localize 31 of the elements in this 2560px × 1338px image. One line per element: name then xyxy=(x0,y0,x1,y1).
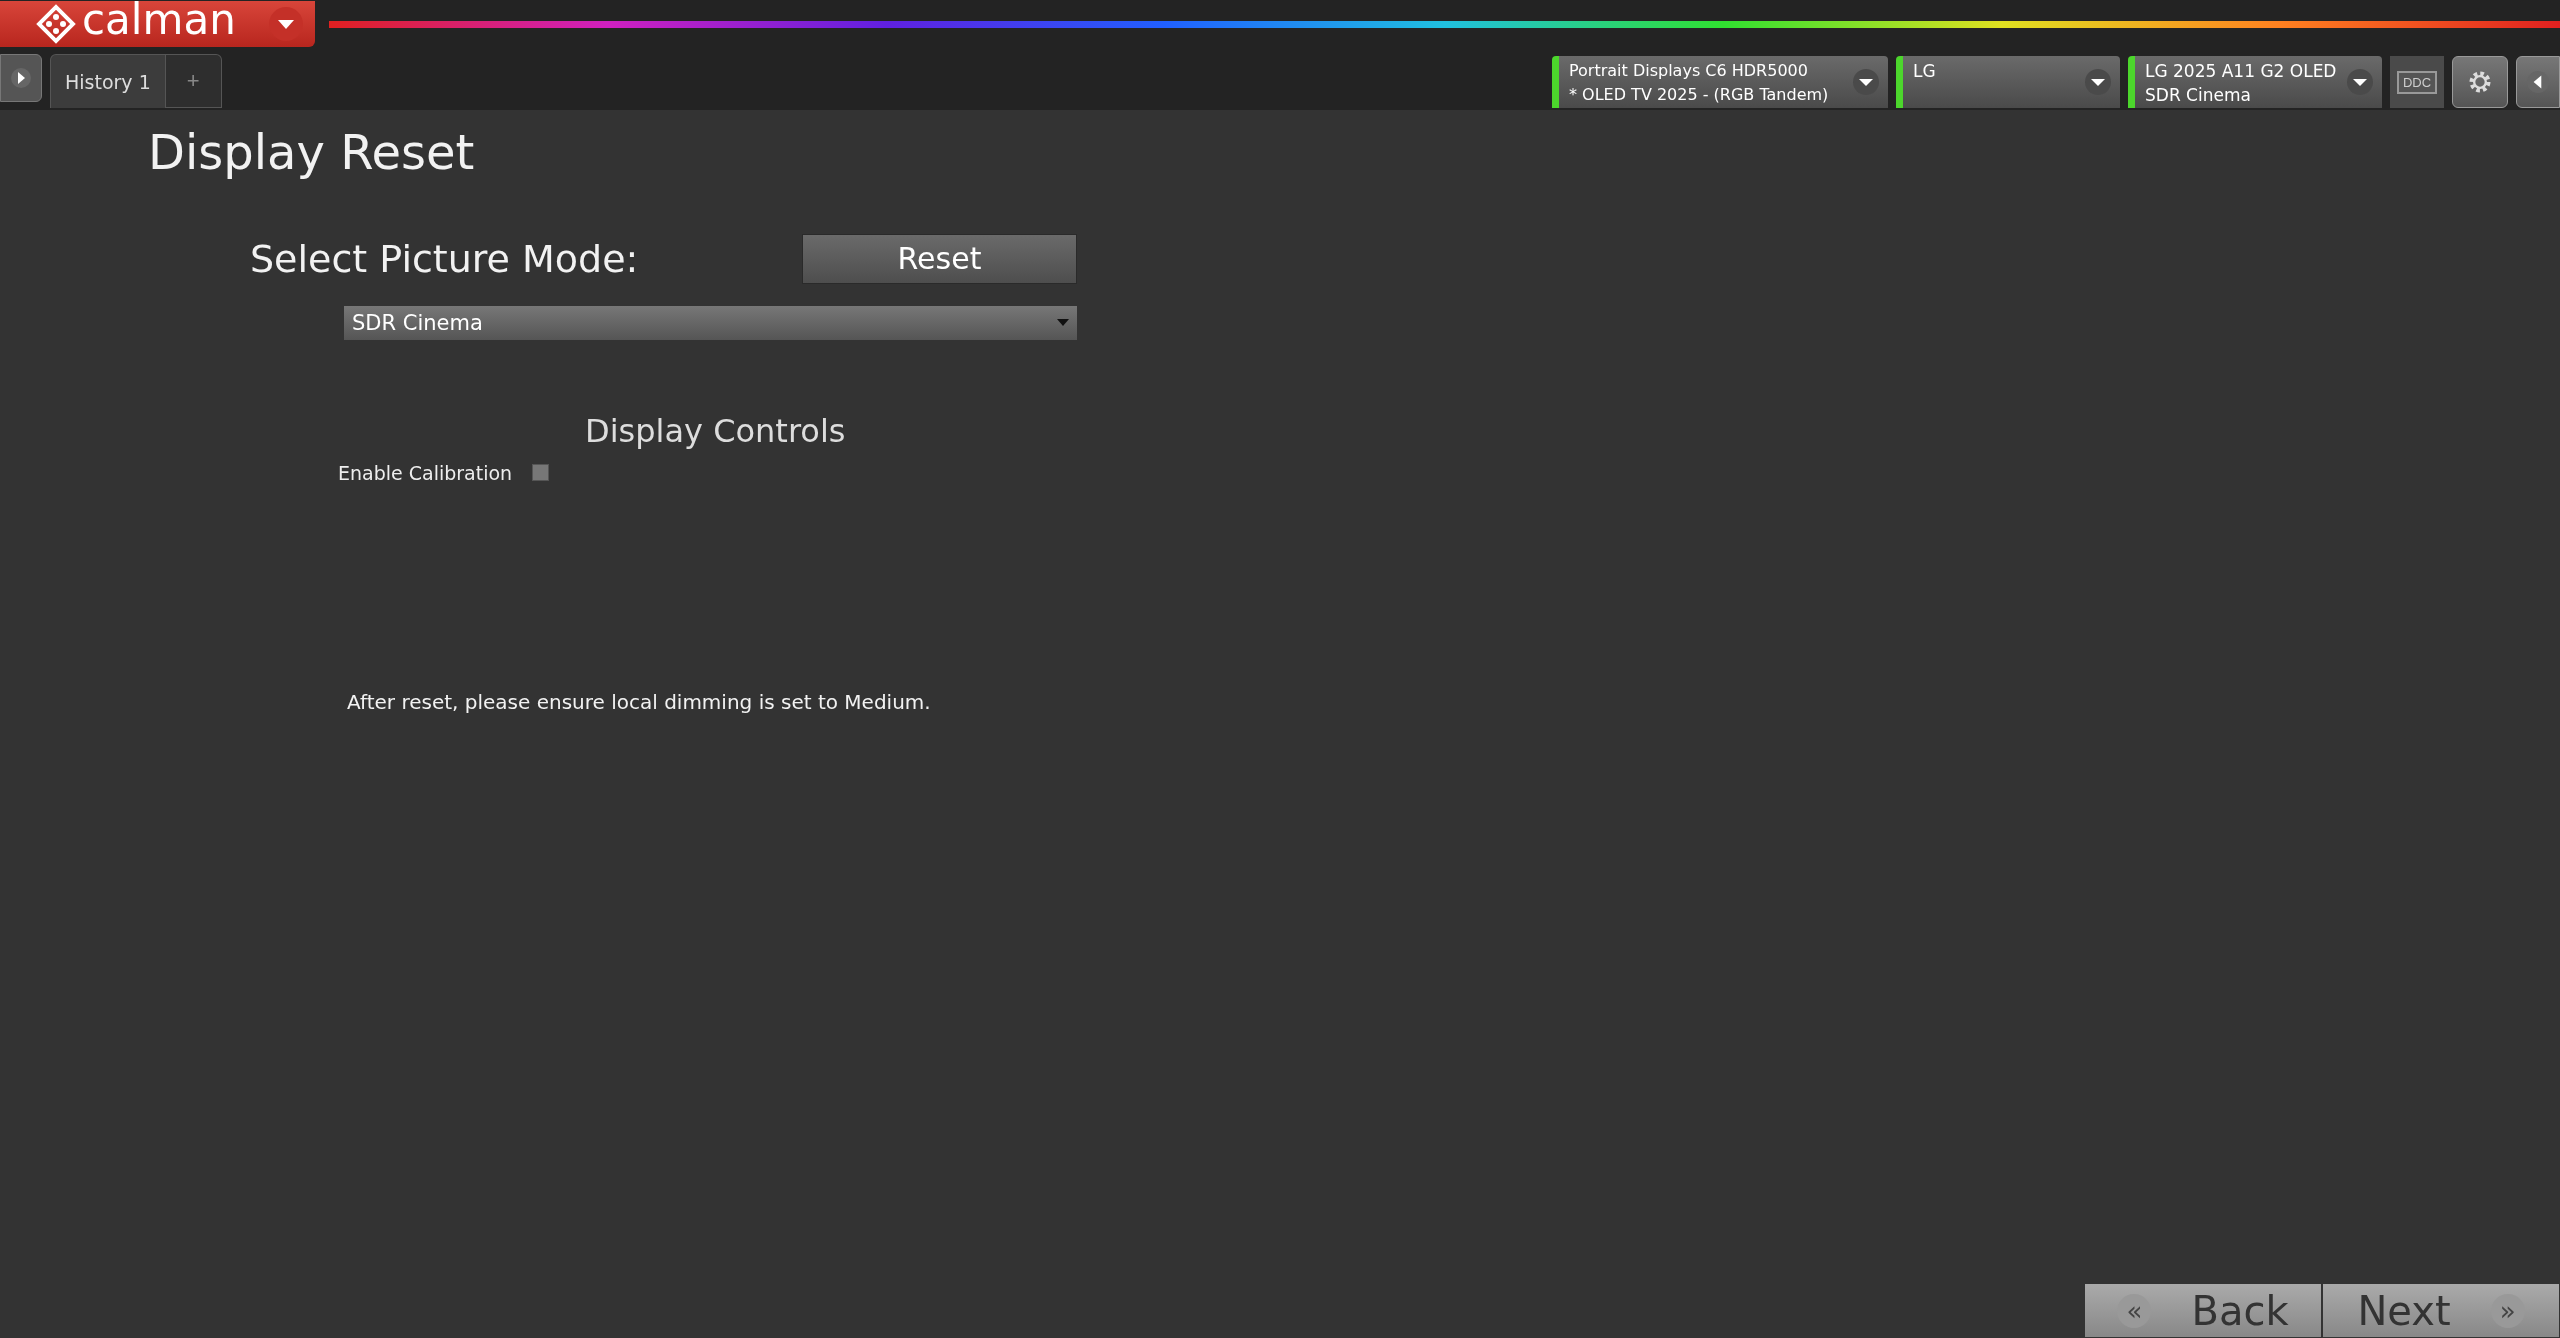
device-selector[interactable]: LG 2025 A11 G2 OLED SDR Cinema xyxy=(2128,56,2382,108)
settings-icon[interactable] xyxy=(2452,56,2508,108)
device-label: * OLED TV 2025 - (RGB Tandem) xyxy=(1569,84,1830,106)
logo-text: calman xyxy=(82,0,236,43)
dropdown-caret-icon xyxy=(2084,68,2112,96)
app-logo[interactable]: calman xyxy=(0,1,315,47)
add-tab-button[interactable]: + xyxy=(165,54,222,108)
checkbox-label: Enable Calibration xyxy=(338,461,513,484)
picture-mode-label: Select Picture Mode: xyxy=(250,236,639,281)
page-title: Display Reset xyxy=(148,124,475,182)
reset-button[interactable]: Reset xyxy=(802,233,1077,284)
diamond-logo-icon xyxy=(36,4,76,44)
monitor-icon[interactable]: DDC xyxy=(2390,56,2444,108)
device-selector[interactable]: LG xyxy=(1896,56,2120,108)
checkbox[interactable] xyxy=(532,464,550,482)
collapse-icon[interactable] xyxy=(2516,56,2560,108)
note-text: After reset, please ensure local dimming is set to Medium. xyxy=(347,689,931,714)
next-button[interactable]: Next » xyxy=(2322,1283,2560,1338)
device-label: SDR Cinema xyxy=(2145,84,2252,107)
dropdown-caret-icon xyxy=(1852,68,1880,96)
dropdown-caret-icon xyxy=(2346,68,2374,96)
play-icon[interactable] xyxy=(0,54,42,102)
device-label: LG xyxy=(1913,60,1937,83)
device-label: LG 2025 A11 G2 OLED xyxy=(2145,60,2338,83)
section-title: Display Controls xyxy=(585,411,846,450)
device-selector[interactable]: Portrait Displays C6 HDR5000 * OLED TV 2025 - (RGB Tandem) xyxy=(1552,56,1888,108)
history-tab[interactable]: History 1 xyxy=(50,54,166,108)
back-button[interactable]: « Back xyxy=(2084,1283,2322,1338)
device-label: Portrait Displays C6 HDR5000 xyxy=(1569,60,1809,82)
dropdown-caret-icon xyxy=(1057,318,1069,327)
picture-mode-dropdown[interactable]: SDR Cinema xyxy=(344,305,1077,340)
